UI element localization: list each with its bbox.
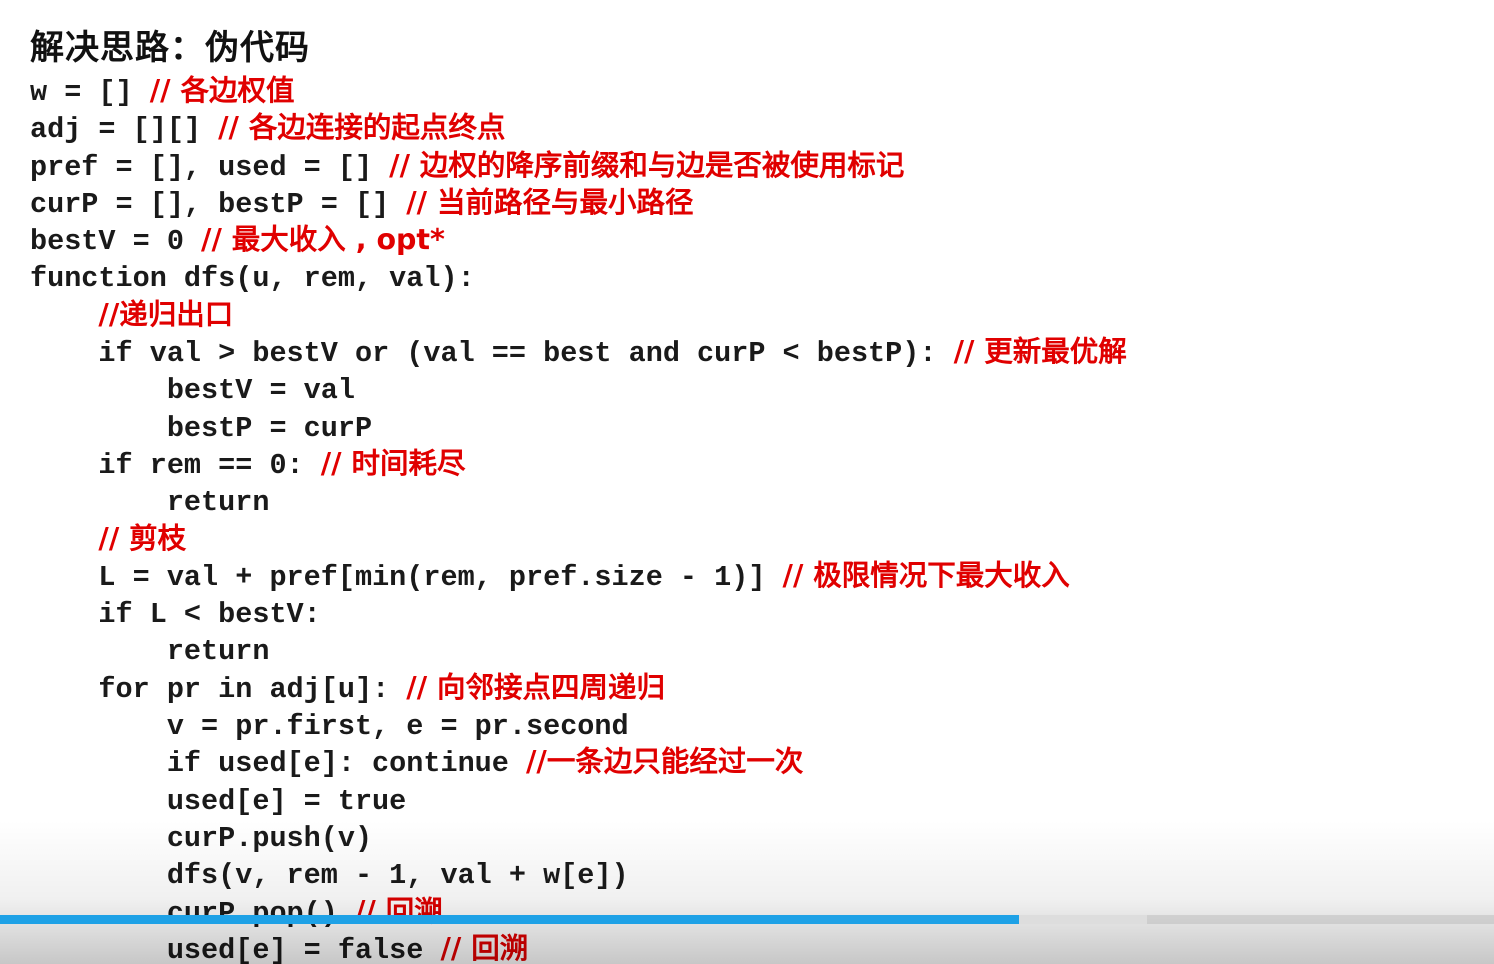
code-line: //递归出口: [30, 296, 1127, 333]
code-line: if L < bestV:: [30, 594, 1127, 631]
code-text: if L < bestV:: [98, 598, 321, 632]
code-line: v = pr.first, e = pr.second: [30, 706, 1127, 743]
code-line: curP.push(v): [30, 818, 1127, 855]
code-text: if rem == 0:: [98, 448, 321, 482]
code-line: return: [30, 631, 1127, 668]
code-line: used[e] = true: [30, 781, 1127, 818]
code-line: w = [] // 各边权值: [30, 72, 1127, 109]
code-comment: // 极限情况下最大收入: [782, 558, 1070, 592]
code-text: curP.push(v): [166, 821, 373, 855]
code-line: bestP = curP: [30, 408, 1127, 445]
code-line: dfs(v, rem - 1, val + w[e]): [30, 855, 1127, 892]
code-comment: // 各边连接的起点终点: [218, 111, 506, 145]
code-line: curP = [], bestP = [] // 当前路径与最小路径: [30, 184, 1127, 221]
code-comment: // 回溯: [440, 931, 529, 964]
code-comment: // 向邻接点四周递归: [406, 670, 666, 704]
code-line: L = val + pref[min(rem, pref.size - 1)] …: [30, 557, 1127, 594]
code-comment: // 边权的降序前缀和与边是否被使用标记: [389, 148, 905, 182]
code-text: curP = [], bestP = []: [30, 187, 407, 221]
code-text: if used[e]: continue: [166, 747, 526, 781]
code-comment: // 剪枝: [98, 521, 187, 555]
code-comment: //递归出口: [98, 297, 234, 331]
code-text: bestV = val: [166, 374, 355, 408]
code-text: dfs(v, rem - 1, val + w[e]): [166, 859, 629, 893]
code-text: for pr in adj[u]:: [98, 672, 407, 706]
code-comment: // 更新最优解: [953, 335, 1127, 369]
code-text: bestP = curP: [166, 411, 373, 445]
code-text: bestV = 0: [30, 225, 202, 259]
code-line: curP.pop() // 回溯: [30, 893, 1127, 930]
code-line: if val > bestV or (val == best and curP …: [30, 333, 1127, 371]
code-comment: //一条边只能经过一次: [526, 745, 804, 779]
code-line: if used[e]: continue //一条边只能经过一次: [30, 743, 1127, 780]
code-text: v = pr.first, e = pr.second: [166, 710, 629, 744]
code-comment: // 当前路径与最小路径: [406, 185, 694, 219]
code-line: if rem == 0: // 时间耗尽: [30, 445, 1127, 482]
code-text: used[e] = true: [166, 784, 407, 818]
code-line: adj = [][] // 各边连接的起点终点: [30, 109, 1127, 146]
code-text: adj = [][]: [30, 113, 219, 147]
code-text: function dfs(u, rem, val):: [30, 262, 475, 296]
code-line: bestV = val: [30, 370, 1127, 407]
code-text: used[e] = false: [166, 933, 441, 964]
code-text: curP.pop(): [166, 896, 355, 930]
code-text: w = []: [30, 76, 150, 109]
video-progress-fill: [0, 915, 1019, 924]
code-line: used[e] = false // 回溯: [30, 930, 1127, 964]
code-line: return: [30, 482, 1127, 519]
video-progress-bar[interactable]: [0, 915, 1494, 924]
code-line: // 剪枝: [30, 520, 1127, 557]
code-text: if val > bestV or (val == best and curP …: [98, 337, 954, 371]
slide: 解决思路：伪代码 w = [] // 各边权值 adj = [][] // 各边连…: [0, 0, 1494, 964]
code-text: return: [166, 635, 270, 669]
code-line: pref = [], used = [] // 边权的降序前缀和与边是否被使用标…: [30, 147, 1127, 184]
code-line: function dfs(u, rem, val):: [30, 258, 1127, 295]
code-comment: // 最大收入 , opt*: [201, 223, 445, 257]
code-line: bestV = 0 // 最大收入 , opt*: [30, 221, 1127, 258]
pseudocode-block: w = [] // 各边权值 adj = [][] // 各边连接的起点终点 pre…: [30, 72, 1127, 964]
code-comment: // 各边权值: [149, 74, 295, 107]
code-comment: // 时间耗尽: [320, 446, 466, 480]
slide-title: 解决思路：伪代码: [30, 28, 310, 68]
code-text: L = val + pref[min(rem, pref.size - 1)]: [98, 560, 783, 594]
code-line: for pr in adj[u]: // 向邻接点四周递归: [30, 669, 1127, 706]
code-text: return: [166, 486, 270, 520]
code-text: pref = [], used = []: [30, 150, 390, 184]
